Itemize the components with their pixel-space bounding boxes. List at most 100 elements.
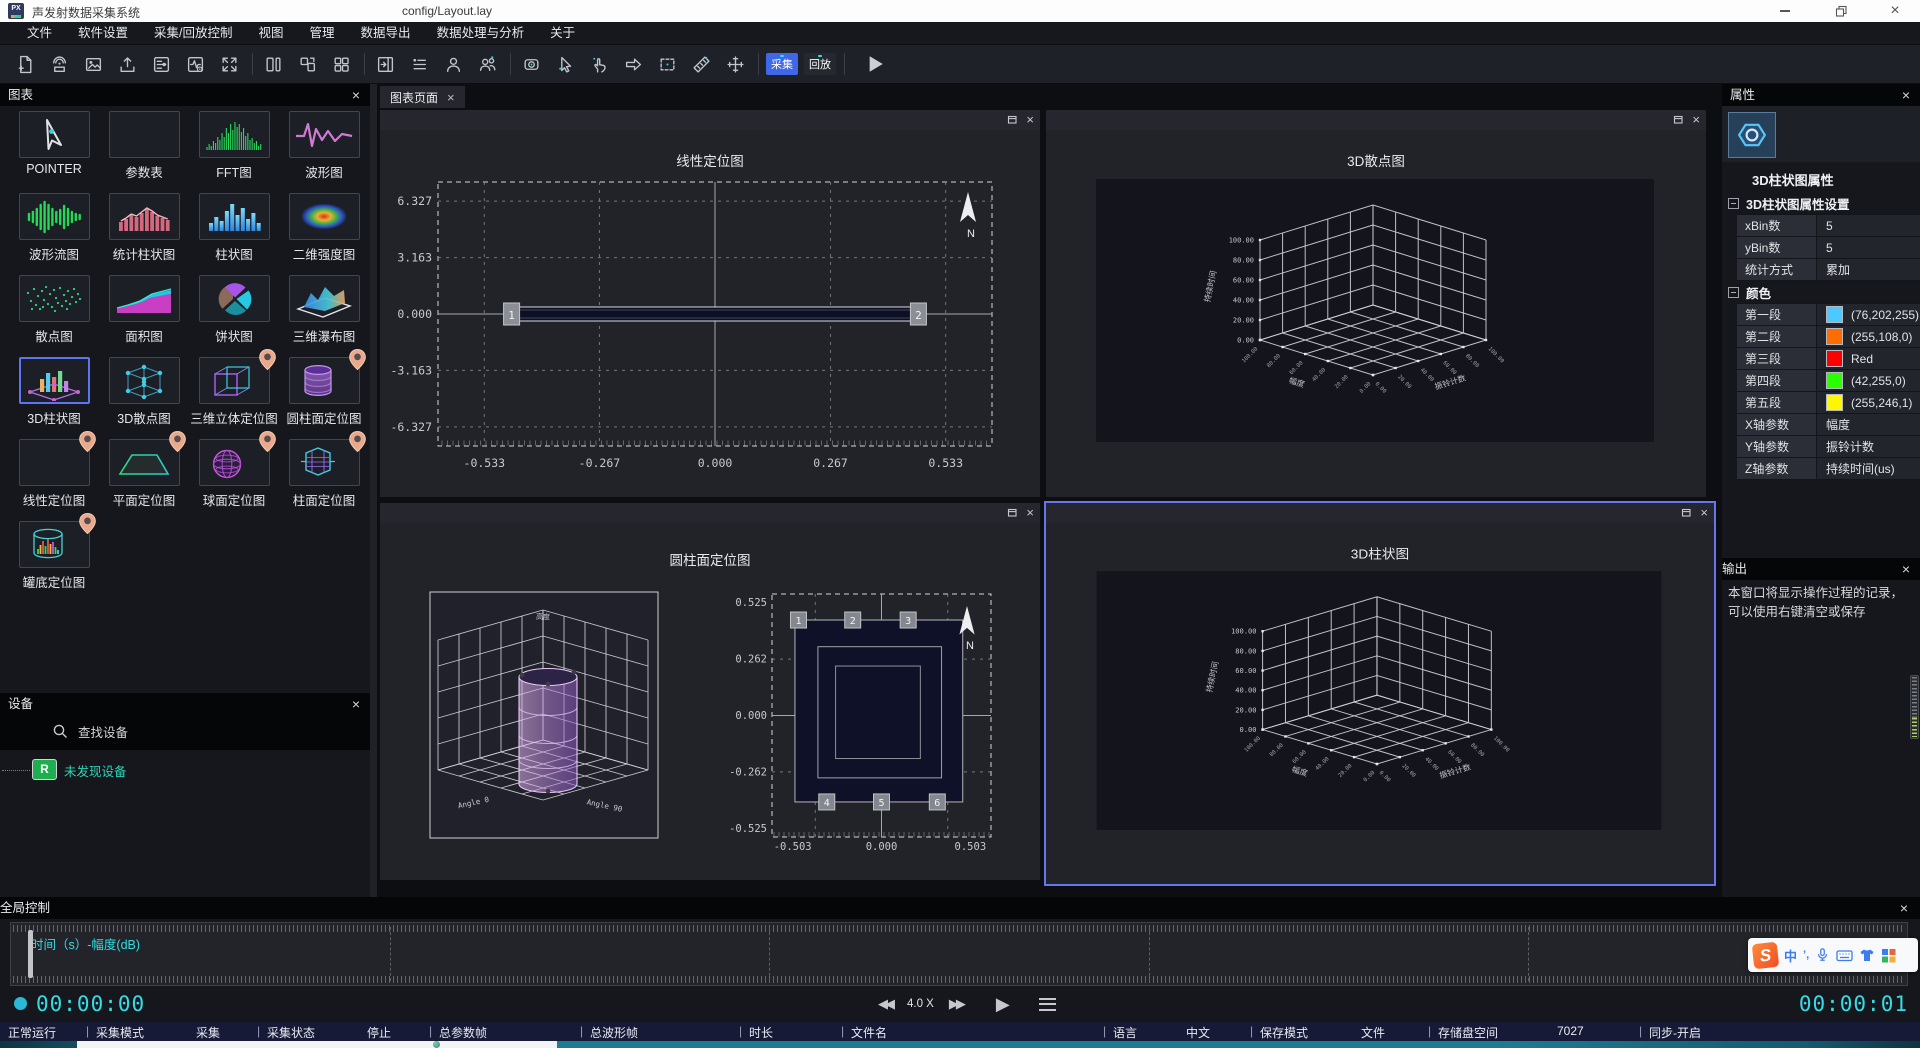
property-row[interactable]: 第三段Red	[1737, 348, 1920, 370]
import-device-icon[interactable]	[46, 51, 72, 77]
close-icon[interactable]: ×	[1692, 110, 1700, 130]
close-icon[interactable]: ×	[1026, 110, 1034, 130]
chart-tile-pointer[interactable]: POINTER	[9, 111, 99, 176]
property-row[interactable]: 统计方式累加	[1737, 259, 1920, 281]
user-group-icon[interactable]	[474, 51, 500, 77]
ruler-icon[interactable]	[688, 51, 714, 77]
close-icon[interactable]: ×	[1902, 558, 1910, 580]
color-swatch[interactable]	[1826, 350, 1843, 367]
start-button[interactable]	[860, 51, 890, 77]
property-row[interactable]: Y轴参数振铃计数	[1737, 436, 1920, 458]
panel-titlebar[interactable]: ×	[380, 110, 1040, 131]
menu-item-4[interactable]: 管理	[297, 22, 348, 44]
rewind-button[interactable]: ◀◀	[878, 996, 892, 1012]
panel-titlebar[interactable]: ×	[1046, 503, 1714, 524]
close-icon[interactable]: ×	[1900, 897, 1908, 919]
restore-button[interactable]	[1824, 0, 1858, 22]
chart-tile-histogram[interactable]: 柱状图	[189, 193, 279, 263]
image-capture-icon[interactable]	[80, 51, 106, 77]
close-icon[interactable]: ×	[1700, 503, 1708, 523]
menu-item-3[interactable]: 视图	[246, 22, 297, 44]
layout-two-pane-icon[interactable]	[294, 51, 320, 77]
menu-item-1[interactable]: 软件设置	[65, 22, 141, 44]
close-icon[interactable]: ×	[1902, 84, 1910, 106]
arrow-jump-icon[interactable]	[620, 51, 646, 77]
close-button[interactable]: ×	[1878, 0, 1912, 22]
chinese-mode-icon[interactable]: 中	[1784, 946, 1797, 965]
skin-icon[interactable]	[1859, 948, 1875, 963]
chart-tile-fft[interactable]: FFT图	[189, 111, 279, 181]
device-search-input[interactable]: 查找设备	[52, 722, 128, 741]
property-row[interactable]: Z轴参数持续时间(us)	[1737, 458, 1920, 480]
menu-item-7[interactable]: 关于	[537, 22, 588, 44]
chart-tile-waveform[interactable]: 波形图	[279, 111, 369, 181]
close-icon[interactable]: ×	[1026, 503, 1034, 523]
chart-tile-cylsurface-location[interactable]: 柱面定位图	[279, 439, 369, 509]
color-swatch[interactable]	[1826, 306, 1843, 323]
chart-tile-plane-location[interactable]: 平面定位图	[99, 439, 189, 509]
menu-item-2[interactable]: 采集/回放控制	[141, 22, 245, 44]
playlist-menu-button[interactable]	[1039, 998, 1056, 1011]
user-icon[interactable]	[440, 51, 466, 77]
side-panel-icon[interactable]	[372, 51, 398, 77]
tab-chart-page[interactable]: 图表页面 ×	[380, 86, 465, 108]
layout-columns-icon[interactable]	[260, 51, 286, 77]
config-panel-icon[interactable]	[148, 51, 174, 77]
chart-tile-param-table[interactable]: 参数表	[99, 111, 189, 181]
property-row[interactable]: 第一段(76,202,255)	[1737, 304, 1920, 326]
menu-item-5[interactable]: 数据导出	[348, 22, 424, 44]
replay-mode-button[interactable]: 回放	[804, 53, 836, 75]
global-timeline[interactable]: 时间（s）-幅度(dB)	[10, 922, 1908, 986]
fast-forward-button[interactable]: ▶▶	[949, 996, 963, 1012]
link-icon[interactable]	[518, 51, 544, 77]
ime-logo-icon[interactable]: S	[1752, 941, 1779, 968]
toolbox-icon[interactable]	[1881, 948, 1896, 963]
chart-tile-waterfall-3d[interactable]: 三维瀑布图	[279, 275, 369, 345]
ime-toolbar[interactable]: S 中 ’,	[1748, 938, 1918, 972]
collapse-icon[interactable]	[1728, 287, 1739, 298]
chart-tile-sphere-location[interactable]: 球面定位图	[189, 439, 279, 509]
chart-tile-cylinder-location[interactable]: 圆柱面定位图	[279, 357, 369, 427]
chart-tile-tankbottom-location[interactable]: 罐底定位图	[9, 521, 99, 591]
layout-grid-icon[interactable]	[328, 51, 354, 77]
close-icon[interactable]: ×	[352, 693, 360, 715]
punctuation-icon[interactable]: ’,	[1803, 949, 1809, 961]
chart-tile-pie[interactable]: 饼状图	[189, 275, 279, 345]
panel-splitter[interactable]	[370, 84, 377, 897]
close-icon[interactable]: ×	[352, 84, 360, 106]
minimize-button[interactable]	[1768, 0, 1802, 22]
chart-tile-linear-location[interactable]: 线性定位图	[9, 439, 99, 509]
timeline-handle[interactable]	[28, 930, 33, 978]
export-data-icon[interactable]	[114, 51, 140, 77]
waveform-settings-icon[interactable]	[182, 51, 208, 77]
section-header[interactable]: 颜色	[1722, 281, 1920, 303]
color-swatch[interactable]	[1826, 372, 1843, 389]
hand-point-icon[interactable]	[586, 51, 612, 77]
fullscreen-icon[interactable]	[216, 51, 242, 77]
property-row[interactable]: 第二段(255,108,0)	[1737, 326, 1920, 348]
play-button[interactable]: ▶	[996, 994, 1010, 1015]
bar3d-object-icon[interactable]	[1728, 112, 1776, 158]
capture-mode-button[interactable]: 采集	[766, 53, 798, 75]
device-tree-item[interactable]: R 未发现设备	[0, 757, 370, 783]
panel-titlebar[interactable]: ×	[380, 503, 1040, 524]
property-row[interactable]: xBin数5	[1737, 215, 1920, 237]
chart-tile-intensity-2d[interactable]: 二维强度图	[279, 193, 369, 263]
chart-tile-cube-location[interactable]: 三维立体定位图	[189, 357, 279, 427]
color-swatch[interactable]	[1826, 328, 1843, 345]
marquee-select-icon[interactable]	[654, 51, 680, 77]
panel-titlebar[interactable]: ×	[1046, 110, 1706, 131]
chart-tile-bar-3d[interactable]: 3D柱状图	[9, 357, 99, 427]
menu-item-0[interactable]: 文件	[14, 22, 65, 44]
section-header[interactable]: 3D柱状图属性设置	[1722, 192, 1920, 214]
chart-tile-scatter-3d[interactable]: 3D散点图	[99, 357, 189, 427]
menu-item-6[interactable]: 数据处理与分析	[424, 22, 538, 44]
microphone-icon[interactable]	[1815, 947, 1830, 963]
list-settings-icon[interactable]	[406, 51, 432, 77]
property-row[interactable]: X轴参数幅度	[1737, 414, 1920, 436]
new-file-icon[interactable]	[12, 51, 38, 77]
chart-tile-wave-stream[interactable]: 波形流图	[9, 193, 99, 263]
close-icon[interactable]: ×	[447, 90, 455, 105]
restore-icon[interactable]	[1681, 508, 1692, 518]
color-swatch[interactable]	[1826, 394, 1843, 411]
